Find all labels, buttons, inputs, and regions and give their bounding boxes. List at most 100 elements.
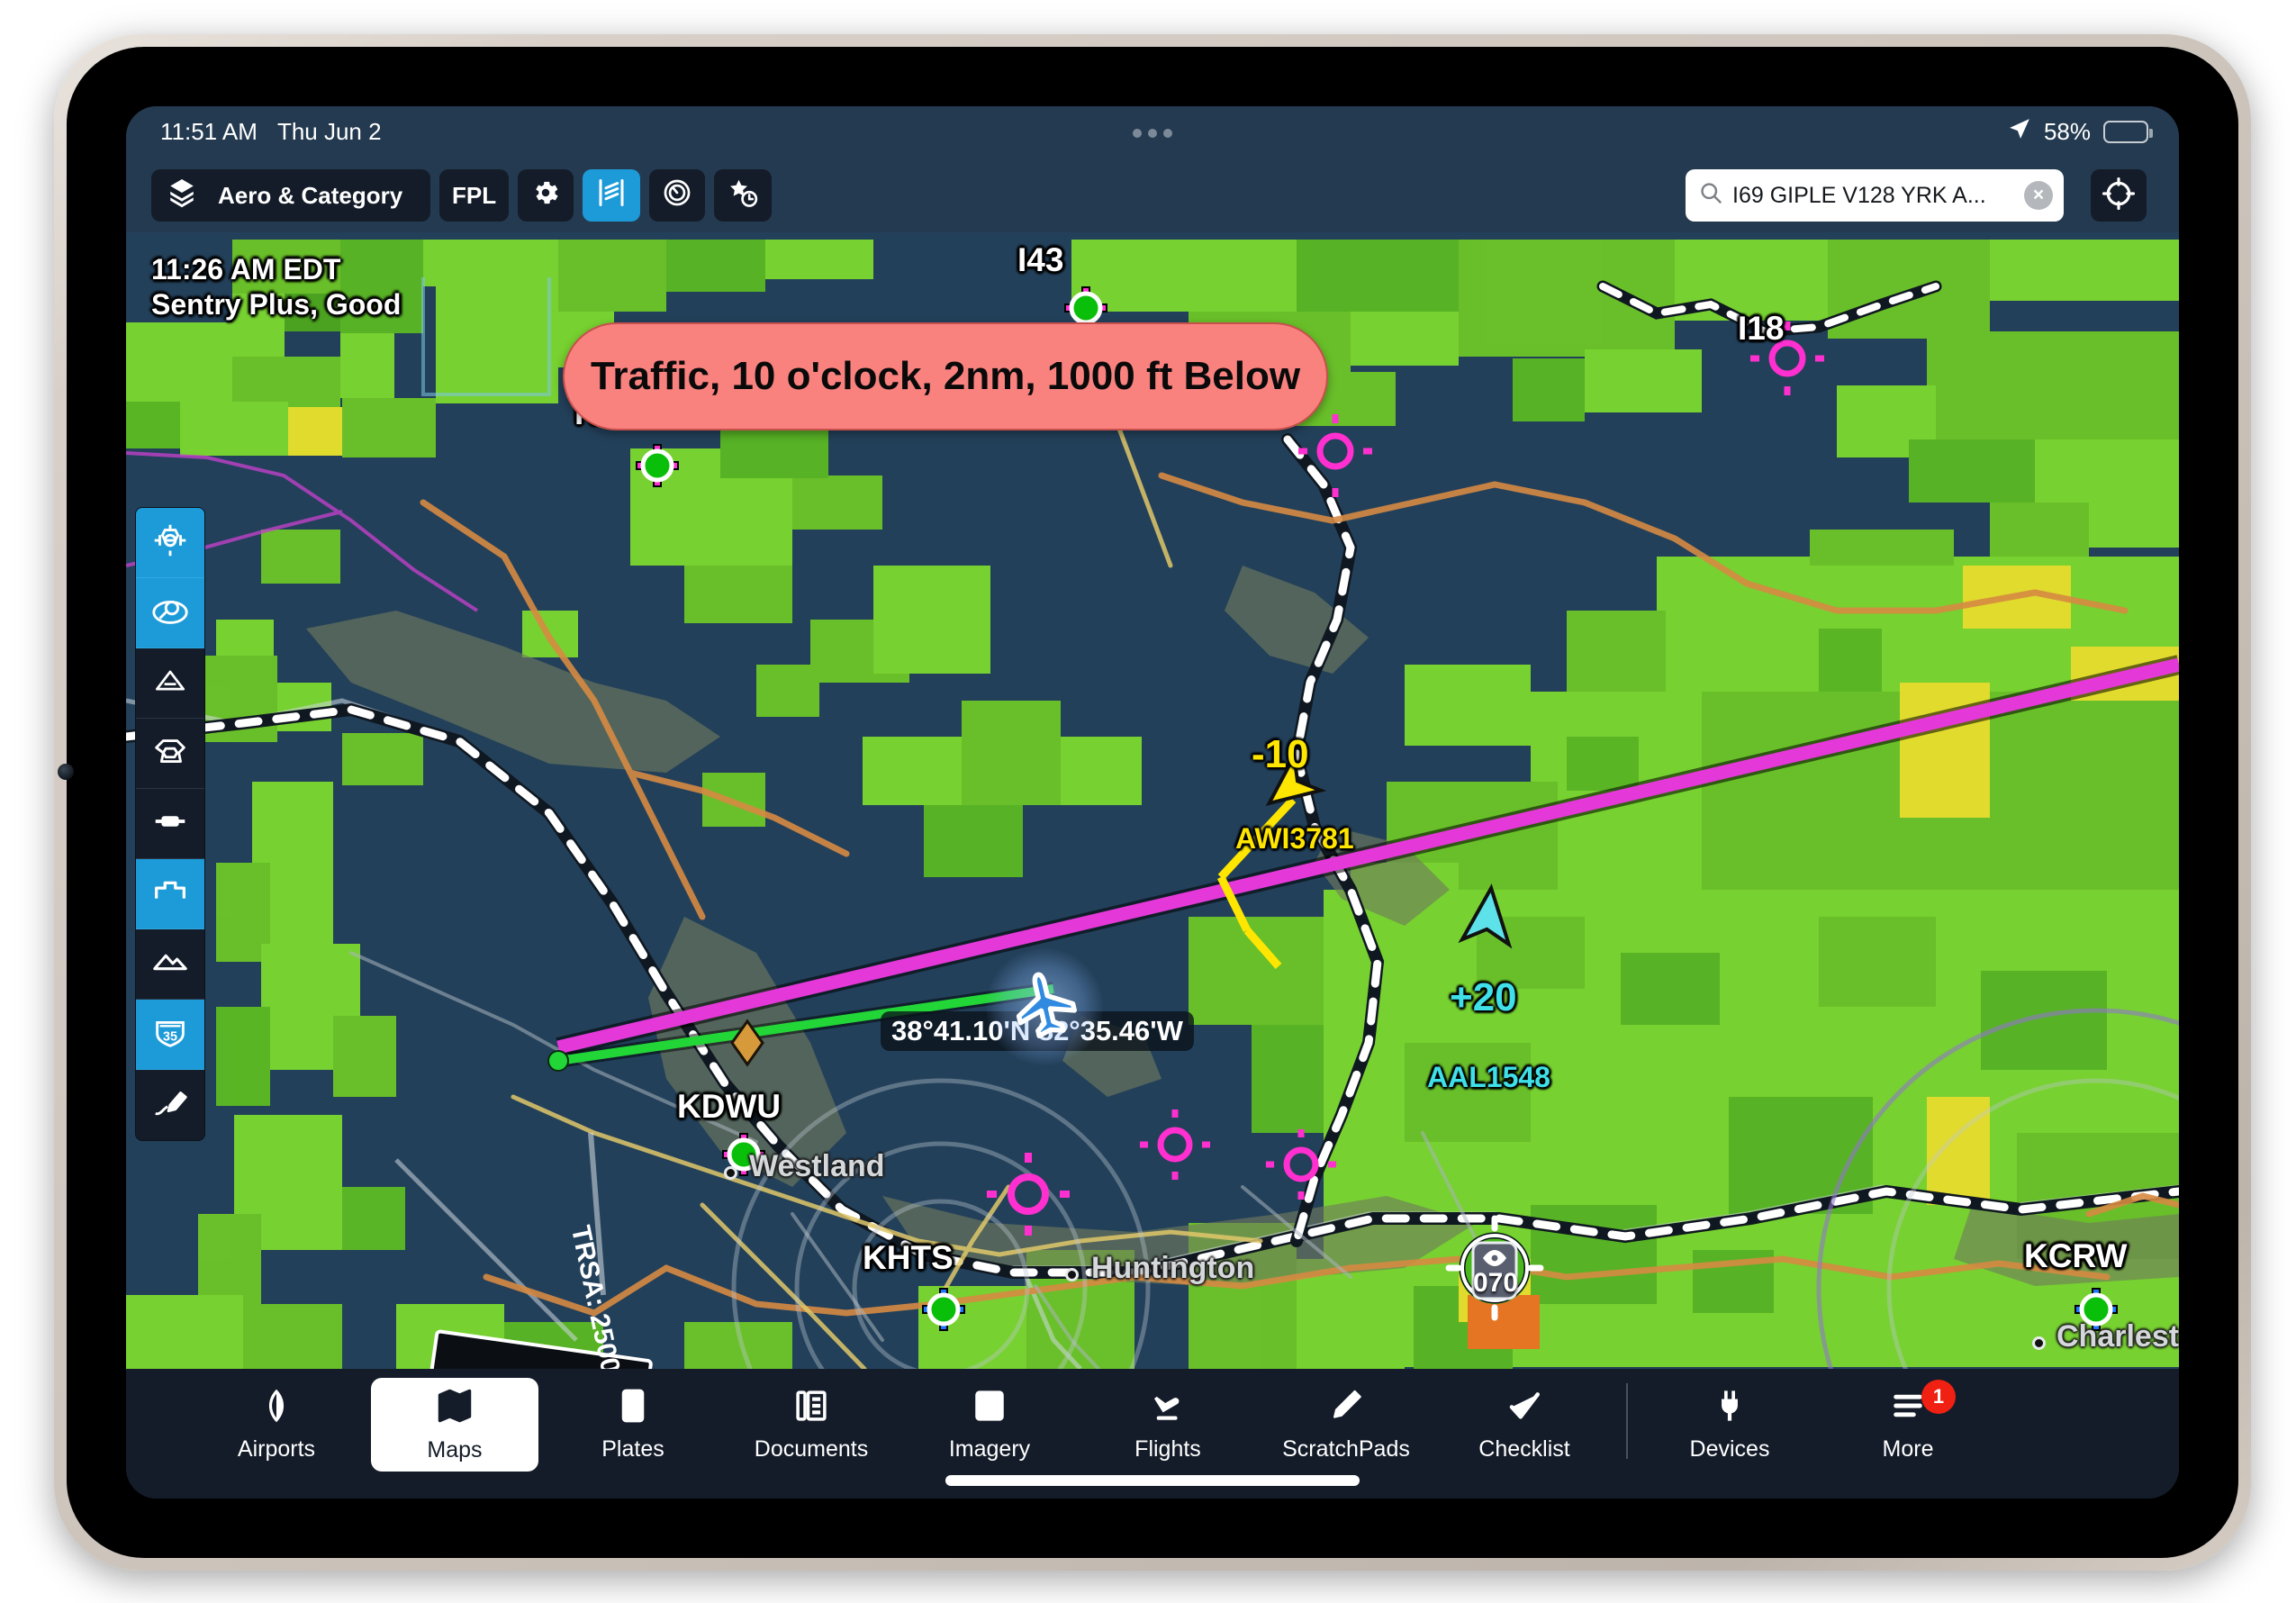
map-tool-rail: 35 bbox=[135, 507, 205, 1141]
airspace-polygon-icon bbox=[149, 730, 191, 776]
tab-label-more: More bbox=[1882, 1436, 1934, 1462]
center-location-button[interactable] bbox=[2091, 169, 2147, 222]
tab-label-airports: Airports bbox=[237, 1436, 316, 1462]
battery-percent: 58% bbox=[2043, 117, 2091, 145]
checkmark-icon bbox=[1505, 1387, 1543, 1429]
tool-airspace[interactable] bbox=[136, 719, 204, 789]
weather-timestamp: 11:26 AM EDT Sentry Plus, Good bbox=[151, 252, 401, 322]
city-label-huntington[interactable]: Huntington bbox=[1091, 1251, 1254, 1286]
airport-marker-kpmh[interactable] bbox=[636, 444, 679, 487]
tab-scratchpads[interactable]: ScratchPads bbox=[1262, 1378, 1430, 1472]
ios-status-bar: 11:51 AM Thu Jun 2 58% bbox=[126, 106, 2179, 157]
runway-icon bbox=[149, 801, 191, 847]
battery-icon bbox=[2103, 120, 2153, 143]
plate-page-icon bbox=[614, 1387, 652, 1429]
tab-divider bbox=[1626, 1383, 1628, 1459]
crosshair-gps-icon bbox=[149, 520, 191, 566]
airport-label-i18[interactable]: I18 bbox=[1738, 310, 1784, 348]
airport-label-kdwu[interactable]: KDWU bbox=[677, 1088, 781, 1126]
tool-center-on-aircraft[interactable] bbox=[136, 508, 204, 578]
traffic-callsign-aal1548[interactable]: AAL1548 bbox=[1427, 1061, 1550, 1094]
traffic-alert-banner[interactable]: Traffic, 10 o'clock, 2nm, 1000 ft Below bbox=[563, 322, 1328, 430]
tool-runway[interactable] bbox=[136, 789, 204, 859]
city-dot-huntington bbox=[1065, 1268, 1079, 1281]
tab-label-maps: Maps bbox=[427, 1437, 483, 1463]
recents-favorites-button[interactable] bbox=[714, 169, 773, 222]
imagery-chart-icon bbox=[971, 1387, 1008, 1429]
tool-terrain[interactable] bbox=[136, 929, 204, 1000]
plug-icon bbox=[1711, 1387, 1749, 1429]
tab-label-devices: Devices bbox=[1689, 1436, 1770, 1462]
tab-documents[interactable]: Documents bbox=[728, 1378, 895, 1472]
airport-label-khts[interactable]: KHTS bbox=[863, 1239, 954, 1277]
tab-flights[interactable]: Flights bbox=[1084, 1378, 1252, 1472]
layers-icon bbox=[166, 177, 198, 215]
weather-source: Sentry Plus, Good bbox=[151, 288, 402, 322]
layers-label: Aero & Category bbox=[218, 181, 403, 209]
tab-checklist[interactable]: Checklist bbox=[1441, 1378, 1608, 1472]
search-icon bbox=[1698, 180, 1723, 212]
pencil-icon bbox=[1327, 1387, 1365, 1429]
landing-plane-icon bbox=[1149, 1387, 1187, 1429]
tab-label-flights: Flights bbox=[1134, 1436, 1201, 1462]
mountain-icon bbox=[149, 941, 191, 987]
tab-label-plates: Plates bbox=[601, 1436, 664, 1462]
multitasking-dots-icon[interactable] bbox=[126, 118, 2179, 146]
star-clock-icon bbox=[727, 177, 759, 215]
airport-label-kcrw[interactable]: KCRW bbox=[2024, 1237, 2127, 1275]
city-label-westland[interactable]: Westland bbox=[749, 1149, 885, 1184]
gauge-icon bbox=[662, 177, 692, 214]
app-shell: 11:51 AM Thu Jun 2 58% Aero & Category F… bbox=[0, 0, 2296, 1603]
search-value: I69 GIPLE V128 YRK A... bbox=[1732, 182, 1986, 208]
tab-plates[interactable]: Plates bbox=[549, 1378, 717, 1472]
city-label-charleston[interactable]: Charleston bbox=[2056, 1319, 2179, 1354]
airport-beacon-icon bbox=[258, 1387, 295, 1429]
map-settings-button[interactable] bbox=[518, 169, 574, 222]
pan-disc-icon bbox=[149, 590, 191, 636]
tab-label-scratchpads: ScratchPads bbox=[1282, 1436, 1410, 1462]
airport-label-i43[interactable]: I43 bbox=[1017, 241, 1063, 279]
shield-35-icon: 35 bbox=[149, 1011, 191, 1057]
svg-text:35: 35 bbox=[163, 1030, 177, 1045]
tool-map-orientation[interactable] bbox=[136, 578, 204, 648]
folded-map-icon bbox=[435, 1386, 475, 1430]
tab-imagery[interactable]: Imagery bbox=[906, 1378, 1073, 1472]
square-wave-icon bbox=[149, 871, 191, 917]
home-indicator[interactable] bbox=[945, 1475, 1360, 1486]
location-arrow-icon bbox=[2008, 117, 2031, 147]
tab-devices[interactable]: Devices bbox=[1646, 1378, 1813, 1472]
tab-label-checklist: Checklist bbox=[1478, 1436, 1570, 1462]
tab-more[interactable]: 1 More bbox=[1824, 1378, 1992, 1472]
more-badge: 1 bbox=[1921, 1380, 1956, 1414]
flight-plan-button[interactable]: FPL bbox=[439, 169, 510, 222]
aircraft-icon[interactable] bbox=[1008, 971, 1082, 1049]
tool-profile-view[interactable] bbox=[136, 859, 204, 929]
crosshair-target-icon bbox=[2102, 177, 2136, 215]
fpl-label: FPL bbox=[452, 181, 497, 209]
airport-marker-khts[interactable] bbox=[922, 1288, 965, 1331]
traffic-callsign-awi3781[interactable]: AWI3781 bbox=[1235, 822, 1354, 856]
rubber-band-route-button[interactable] bbox=[583, 169, 641, 222]
front-camera-icon bbox=[58, 764, 74, 780]
pencil-draw-icon bbox=[149, 1082, 191, 1128]
map-toolbar: Aero & Category FPL I69 GIPLE V128 YRK A… bbox=[126, 157, 2179, 232]
tool-draw[interactable] bbox=[136, 1070, 204, 1140]
tab-airports[interactable]: Airports bbox=[193, 1378, 360, 1472]
clear-search-icon[interactable]: × bbox=[2024, 181, 2053, 210]
tool-speed-limit[interactable]: 35 bbox=[136, 1000, 204, 1070]
documents-icon bbox=[792, 1387, 830, 1429]
traffic-alert-text: Traffic, 10 o'clock, 2nm, 1000 ft Below bbox=[590, 354, 1301, 398]
instrument-panel-button[interactable] bbox=[649, 169, 706, 222]
visual-reference-heading: 070 bbox=[1473, 1268, 1519, 1298]
tool-obstacles[interactable] bbox=[136, 648, 204, 719]
rubber-band-icon bbox=[595, 177, 628, 215]
city-dot-westland bbox=[724, 1166, 737, 1180]
gear-icon bbox=[530, 177, 561, 214]
tab-label-documents: Documents bbox=[754, 1436, 869, 1462]
search-input[interactable]: I69 GIPLE V128 YRK A... × bbox=[1686, 169, 2064, 222]
traffic-altitude-aal1548: +20 bbox=[1450, 975, 1517, 1019]
tab-maps[interactable]: Maps bbox=[371, 1378, 538, 1472]
moving-map[interactable]: 11:26 AM EDT Sentry Plus, Good Traffic, … bbox=[126, 232, 2179, 1369]
tab-label-imagery: Imagery bbox=[948, 1436, 1031, 1462]
map-layers-button[interactable]: Aero & Category bbox=[151, 169, 430, 222]
